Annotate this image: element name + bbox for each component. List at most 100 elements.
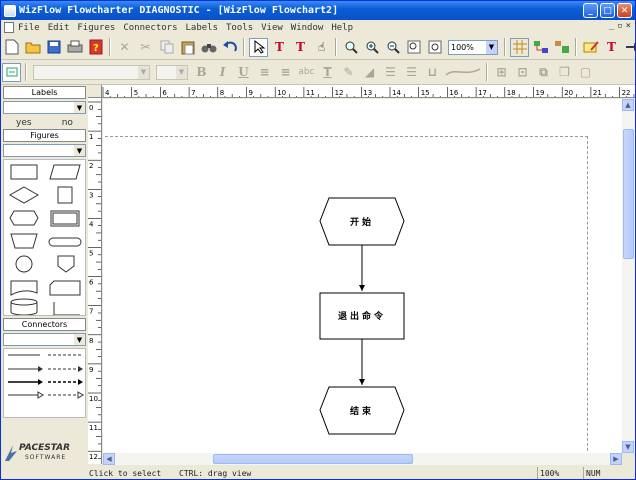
- align-shapes-icon[interactable]: ▢: [576, 63, 595, 82]
- figure-document[interactable]: [10, 280, 38, 296]
- menu-labels[interactable]: Labels: [186, 23, 219, 33]
- connect-shapes-icon[interactable]: [531, 38, 550, 57]
- start-node[interactable]: 开始: [319, 197, 405, 246]
- menu-connectors[interactable]: Connectors: [123, 23, 177, 33]
- figure-rectangle[interactable]: [10, 164, 38, 180]
- new-file-icon[interactable]: [2, 38, 21, 57]
- close-button[interactable]: ✕: [617, 3, 632, 18]
- text-box-icon[interactable]: [2, 62, 21, 82]
- grid-icon[interactable]: [510, 37, 529, 57]
- vertical-scrollbar[interactable]: ▲ ▼: [622, 99, 635, 453]
- menu-tools[interactable]: Tools: [226, 23, 253, 33]
- line-weight-icon[interactable]: ☰: [402, 63, 421, 82]
- maximize-button[interactable]: □: [600, 3, 615, 18]
- scroll-down-icon[interactable]: ▼: [622, 441, 634, 453]
- fill-color-icon[interactable]: ◢: [360, 63, 379, 82]
- bold-icon[interactable]: B: [192, 63, 211, 82]
- menu-edit[interactable]: Edit: [48, 23, 70, 33]
- horizontal-ruler: 4 5 6 7 8 9 10 11 12 13 14 15 16 17 18 19 20 21 22: [102, 85, 635, 98]
- connector-style-icon[interactable]: ⊔: [423, 63, 442, 82]
- scroll-left-icon[interactable]: ◀: [103, 453, 115, 465]
- connectors-header[interactable]: Connectors: [3, 318, 86, 331]
- menu-help[interactable]: Help: [331, 23, 353, 33]
- vertical-scroll-thumb[interactable]: [623, 129, 634, 259]
- v-ruler-label: 7: [89, 308, 93, 316]
- arrange-shapes-icon[interactable]: [552, 38, 571, 57]
- group-icon[interactable]: ⊞: [492, 63, 511, 82]
- horizontal-scroll-thumb[interactable]: [213, 454, 413, 464]
- zoom-icon[interactable]: [341, 38, 360, 57]
- connectors-dropdown[interactable]: ▼: [3, 333, 86, 346]
- cut-icon[interactable]: ✂: [136, 38, 155, 57]
- text-style-icon[interactable]: abc: [297, 63, 316, 82]
- drawing-canvas[interactable]: 开始 退出命令 结束: [103, 99, 622, 453]
- figure-hexagon[interactable]: [9, 210, 39, 226]
- text-tool-icon[interactable]: T: [270, 38, 289, 57]
- font-name-select[interactable]: ▼: [33, 64, 150, 80]
- ungroup-icon[interactable]: ⊡: [513, 63, 532, 82]
- select-pointer-icon[interactable]: [249, 37, 268, 57]
- doc-minimize-icon[interactable]: _: [609, 21, 614, 31]
- send-back-icon[interactable]: ❐: [555, 63, 574, 82]
- title-bar[interactable]: WizFlow Flowcharter DIAGNOSTIC - [WizFlo…: [1, 1, 635, 20]
- export-arrow-icon[interactable]: [623, 38, 636, 57]
- edit-label-icon[interactable]: [581, 38, 600, 57]
- menu-window[interactable]: Window: [291, 23, 324, 33]
- scroll-right-icon[interactable]: ▶: [610, 453, 622, 465]
- figure-offpage[interactable]: [57, 255, 75, 273]
- label-no[interactable]: no: [62, 118, 73, 128]
- line-color-icon[interactable]: ✎: [339, 63, 358, 82]
- zoom-in-icon[interactable]: [362, 38, 381, 57]
- minimize-button[interactable]: _: [583, 3, 598, 18]
- align-left-icon[interactable]: ≡: [255, 63, 274, 82]
- doc-close-icon[interactable]: ×: [626, 21, 631, 31]
- status-bar: Click to select CTRL: drag view 100% NUM: [1, 465, 635, 480]
- format-text-icon[interactable]: T: [602, 38, 621, 57]
- paste-icon[interactable]: [178, 38, 197, 57]
- text-label-icon[interactable]: T: [291, 38, 310, 57]
- zoom-out-icon[interactable]: [383, 38, 402, 57]
- binoculars-icon[interactable]: [199, 38, 218, 57]
- save-icon[interactable]: [44, 38, 63, 57]
- pan-hand-icon[interactable]: ☝: [312, 38, 331, 57]
- zoom-page-icon[interactable]: [425, 38, 444, 57]
- help-book-icon[interactable]: ?: [86, 38, 105, 57]
- undo-icon[interactable]: [220, 38, 239, 57]
- line-style-icon[interactable]: ☰: [381, 63, 400, 82]
- labels-header[interactable]: Labels: [3, 86, 86, 99]
- italic-icon[interactable]: I: [213, 63, 232, 82]
- figure-circle[interactable]: [15, 255, 33, 273]
- align-center-icon[interactable]: ≡: [276, 63, 295, 82]
- process-node[interactable]: 退出命令: [319, 292, 405, 340]
- menu-view[interactable]: View: [261, 23, 283, 33]
- copy-icon[interactable]: [157, 38, 176, 57]
- zoom-fit-icon[interactable]: [404, 38, 423, 57]
- figures-dropdown[interactable]: ▼: [3, 144, 86, 157]
- label-yes[interactable]: yes: [16, 118, 32, 128]
- labels-dropdown[interactable]: ▼: [3, 101, 86, 114]
- figure-card[interactable]: [49, 280, 81, 296]
- figure-diamond[interactable]: [8, 186, 40, 204]
- figure-square[interactable]: [57, 186, 73, 204]
- text-color-icon[interactable]: T: [318, 63, 337, 82]
- curve-style-icon[interactable]: [444, 63, 482, 82]
- end-node[interactable]: 结束: [319, 386, 405, 435]
- delete-icon[interactable]: ✕: [115, 38, 134, 57]
- print-icon[interactable]: [65, 38, 84, 57]
- figure-terminator[interactable]: [48, 237, 82, 247]
- figure-trapezoid[interactable]: [10, 233, 38, 249]
- scroll-up-icon[interactable]: ▲: [622, 99, 634, 111]
- menu-file[interactable]: File: [18, 23, 40, 33]
- doc-restore-icon[interactable]: ▫: [617, 21, 622, 31]
- zoom-select[interactable]: 100% ▼: [448, 39, 498, 55]
- underline-icon[interactable]: U: [234, 63, 253, 82]
- figure-annotation[interactable]: [53, 302, 80, 316]
- menu-figures[interactable]: Figures: [77, 23, 115, 33]
- figures-header[interactable]: Figures: [3, 129, 86, 142]
- bring-front-icon[interactable]: ⧉: [534, 63, 553, 82]
- document-icon[interactable]: [4, 22, 14, 33]
- open-folder-icon[interactable]: [23, 38, 42, 57]
- font-size-select[interactable]: ▼: [156, 64, 188, 80]
- horizontal-scrollbar[interactable]: ◀ ▶: [103, 453, 622, 465]
- figure-parallelogram[interactable]: [49, 164, 81, 180]
